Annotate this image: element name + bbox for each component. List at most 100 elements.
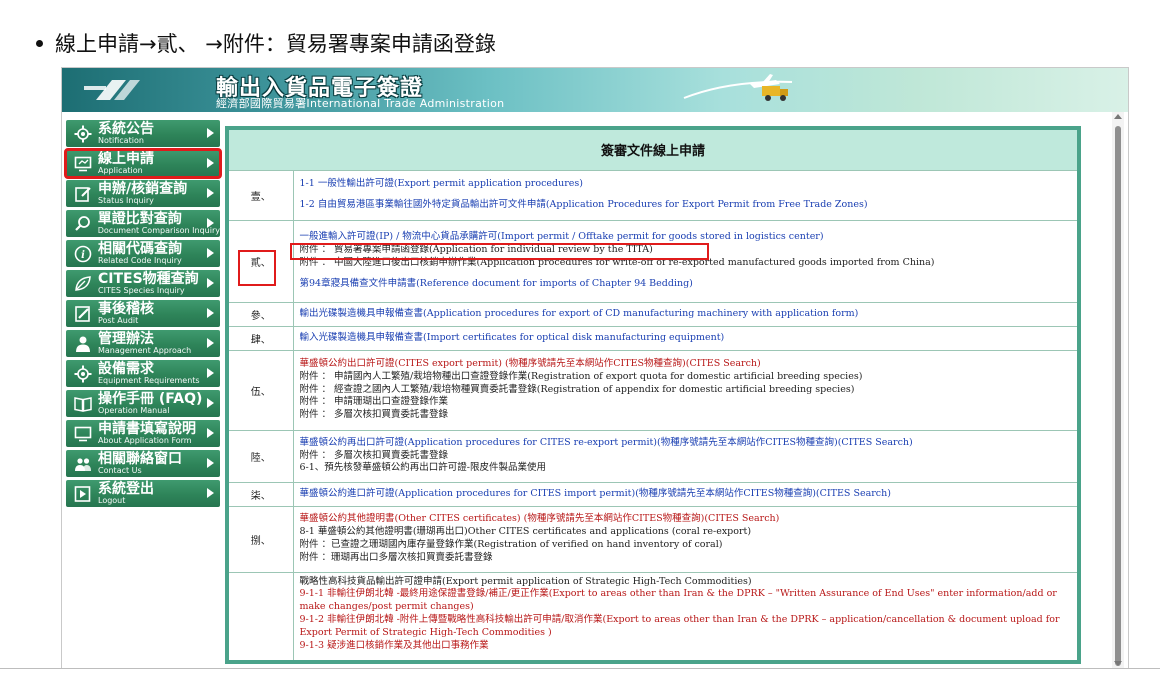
sidebar-item-logout[interactable]: 系統登出 Logout	[66, 480, 220, 507]
link-breeding-appendix[interactable]: 附件 ： 經查證之國內人工繁殖/栽培物種買賣委託書登錄(Registration…	[300, 384, 1072, 397]
row-body: 輸出光碟製造機具申報備查書(Application procedures for…	[292, 301, 1080, 327]
sidebar-item-about-form[interactable]: 申請書填寫說明 About Application Form	[66, 420, 220, 447]
link-ftz-export-permit[interactable]: 1-2 自由貿易港區事業輸往國外特定貨品輸出許可文件申請(Application…	[300, 199, 1072, 212]
arrow-right-icon	[207, 488, 214, 498]
scrollbar-thumb[interactable]	[1115, 126, 1121, 666]
link-strategic-upload[interactable]: 9-1-2 非輸往伊朗北韓 -附件上傳暨戰略性高科技輸出許可申請/取消作業(Ex…	[300, 614, 1072, 640]
sidebar-item-manual[interactable]: 操作手冊 (FAQ) Operation Manual	[66, 390, 220, 417]
strategic-export-title: 戰略性高科技貨品輸出許可證申請(Export permit applicatio…	[299, 575, 752, 587]
main-content: 簽審文件線上申請 壹、 1-1 一般性輸出許可證(Export permit a…	[225, 126, 1115, 668]
menu-sublabel: Logout	[98, 496, 126, 505]
sidebar-item-post-audit[interactable]: 事後稽核 Post Audit	[66, 300, 220, 327]
arrow-right-icon	[207, 278, 214, 288]
menu-sublabel: About Application Form	[98, 436, 192, 445]
scroll-down-icon[interactable]	[1114, 661, 1122, 666]
link-individual-review[interactable]: 附件 ： 貿易署專案申請函登錄(Application for individu…	[300, 244, 1072, 257]
row-number	[226, 571, 294, 663]
link-export-permit[interactable]: 1-1 一般性輸出許可證(Export permit application p…	[300, 178, 1072, 191]
link-cd-export[interactable]: 輸出光碟製造機具申報備查書(Application procedures for…	[300, 308, 1072, 321]
arrow-right-icon	[207, 248, 214, 258]
menu-label: 設備需求	[98, 361, 154, 377]
row-number: 壹、	[226, 169, 294, 221]
row-number: 伍、	[226, 349, 294, 431]
sidebar-item-notification[interactable]: 系統公告 Notification	[66, 120, 220, 147]
application-table: 簽審文件線上申請 壹、 1-1 一般性輸出許可證(Export permit a…	[225, 126, 1081, 664]
table-row: 伍、 華盛頓公約出口許可證(CITES export permit) (物種序號…	[226, 349, 1080, 431]
menu-sublabel: Contact Us	[98, 466, 142, 475]
sidebar-item-related-code[interactable]: i 相關代碼查詢 Related Code Inquiry	[66, 240, 220, 267]
menu-label: 系統公告	[98, 121, 154, 137]
link-coral-entrust[interactable]: 附件 ：珊瑚再出口多層次核扣買賣委託書登錄	[300, 552, 1072, 565]
row-body: 華盛頓公約進口許可證(Application procedures for CI…	[292, 481, 1080, 507]
pencil-icon	[72, 303, 94, 325]
link-breeding-quota[interactable]: 附件 ： 申請國內人工繁殖/栽培物種出口查證登錄作業(Registration …	[300, 371, 1072, 384]
table-header-row: 簽審文件線上申請	[226, 127, 1080, 171]
row-body: 華盛頓公約出口許可證(CITES export permit) (物種序號請先至…	[292, 349, 1080, 431]
link-end-use-assurance[interactable]: 9-1-1 非輸往伊朗北韓 -最終用途保證書登錄/補正/更正作業(Export …	[300, 588, 1072, 614]
sidebar-item-document-comparison[interactable]: 單證比對查詢 Document Comparison Inquiry	[66, 210, 220, 237]
sidebar-item-status-inquiry[interactable]: 申辦/核銷查詢 Status Inquiry	[66, 180, 220, 207]
link-strategic-other[interactable]: 9-1-3 疑涉進口核銷作業及其他出口事務作業	[300, 640, 1072, 653]
arrow-right-icon	[207, 188, 214, 198]
info-icon: i	[72, 243, 94, 265]
truck-icon	[762, 86, 788, 101]
search-icon	[72, 213, 94, 235]
link-china-write-off[interactable]: 附件 ： 中國大陸進口後出口核銷申辦作業(Application procedu…	[300, 257, 1072, 270]
row-number: 捌、	[226, 505, 294, 573]
link-import-permit[interactable]: 一般進輸入許可證(IP) / 物流中心貨品承購許可(Import permit …	[300, 231, 1072, 244]
link-coral-reexport[interactable]: 8-1 華盛頓公約其他證明書(珊瑚再出口)Other CITES certifi…	[300, 526, 1072, 539]
site-banner: 輸出入貨品電子簽證 經濟部國際貿易署International Trade Ad…	[62, 68, 1128, 112]
link-cites-other[interactable]: 華盛頓公約其他證明書(Other CITES certificates) (物種…	[300, 513, 1072, 526]
table-row: 貳、 一般進輸入許可證(IP) / 物流中心貨品承購許可(Import perm…	[226, 219, 1080, 303]
table-row: 參、 輸出光碟製造機具申報備查書(Application procedures …	[226, 301, 1080, 327]
row-body: 華盛頓公約再出口許可證(Application procedures for C…	[292, 429, 1080, 483]
heading-text: 線上申請→貳、 →附件：貿易署專案申請函登錄	[55, 32, 496, 56]
sidebar-item-contact[interactable]: 相關聯絡窗口 Contact Us	[66, 450, 220, 477]
row-body: 一般進輸入許可證(IP) / 物流中心貨品承購許可(Import permit …	[292, 219, 1080, 303]
link-multilevel-entrust[interactable]: 附件 ： 多層次核扣買賣委託書登錄	[300, 450, 1072, 463]
arrow-right-icon	[207, 338, 214, 348]
app-window: 輸出入貨品電子簽證 經濟部國際貿易署International Trade Ad…	[61, 67, 1129, 669]
menu-sublabel: CITES Species Inquiry	[98, 286, 185, 295]
book-icon	[72, 393, 94, 415]
sidebar-item-equipment[interactable]: 設備需求 Equipment Requirements	[66, 360, 220, 387]
menu-sublabel: Equipment Requirements	[98, 376, 200, 385]
row-body: 華盛頓公約其他證明書(Other CITES certificates) (物種…	[292, 505, 1080, 573]
link-coral-export[interactable]: 附件 ： 申請珊瑚出口查證登錄作業	[300, 396, 1072, 409]
table-row: 肆、 輸入光碟製造機具申報備查書(Import certificates for…	[226, 325, 1080, 351]
sidebar-item-application[interactable]: 線上申請 Application	[64, 148, 222, 179]
row-number: 貳、	[226, 219, 294, 303]
row-number: 參、	[226, 301, 294, 327]
link-leather-reexport[interactable]: 6-1、預先核發華盛頓公約再出口許可證-限皮件製品業使用	[300, 462, 1072, 475]
link-cites-export[interactable]: 華盛頓公約出口許可證(CITES export permit) (物種序號請先至…	[300, 358, 1072, 371]
menu-sublabel: Document Comparison Inquiry	[97, 226, 220, 235]
person-icon	[72, 333, 94, 355]
link-cites-import[interactable]: 華盛頓公約進口許可證(Application procedures for CI…	[300, 488, 1072, 501]
link-bedding-reference[interactable]: 第94章寢具備查文件申請書(Reference document for imp…	[300, 278, 1072, 291]
scroll-up-icon[interactable]	[1114, 114, 1122, 119]
table-row: 陸、 華盛頓公約再出口許可證(Application procedures fo…	[226, 429, 1080, 483]
page-heading: 線上申請→貳、 →附件：貿易署專案申請函登錄	[36, 28, 496, 58]
link-cd-import[interactable]: 輸入光碟製造機具申報備查書(Import certificates for op…	[300, 332, 1072, 345]
link-cites-reexport[interactable]: 華盛頓公約再出口許可證(Application procedures for C…	[300, 437, 1072, 450]
link-multilevel-entrust[interactable]: 附件 ： 多層次核扣買賣委託書登錄	[300, 409, 1072, 422]
table-row: 戰略性高科技貨品輸出許可證申請(Export permit applicatio…	[226, 571, 1080, 663]
arrow-right-icon	[207, 368, 214, 378]
vertical-scrollbar[interactable]	[1112, 112, 1124, 668]
arrow-right-icon	[207, 398, 214, 408]
sidebar-item-cites-species[interactable]: CITES物種查詢 CITES Species Inquiry	[66, 270, 220, 297]
menu-sublabel: Notification	[98, 136, 144, 145]
menu-label: 相關聯絡窗口	[98, 451, 182, 467]
menu-sublabel: Status Inquiry	[98, 196, 154, 205]
arrow-right-icon	[207, 128, 214, 138]
banner-subtitle: 經濟部國際貿易署International Trade Administrati…	[216, 97, 505, 110]
gear-icon	[72, 363, 94, 385]
link-coral-inventory[interactable]: 附件 ：已查證之珊瑚國內庫存量登錄作業(Registration of veri…	[300, 539, 1072, 552]
menu-label: 線上申請	[98, 151, 154, 167]
monitor-icon	[72, 153, 94, 175]
menu-label: 管理辦法	[98, 331, 154, 347]
menu-label: 相關代碼查詢	[98, 241, 182, 257]
gear-icon	[72, 123, 94, 145]
sidebar-item-management[interactable]: 管理辦法 Management Approach	[66, 330, 220, 357]
